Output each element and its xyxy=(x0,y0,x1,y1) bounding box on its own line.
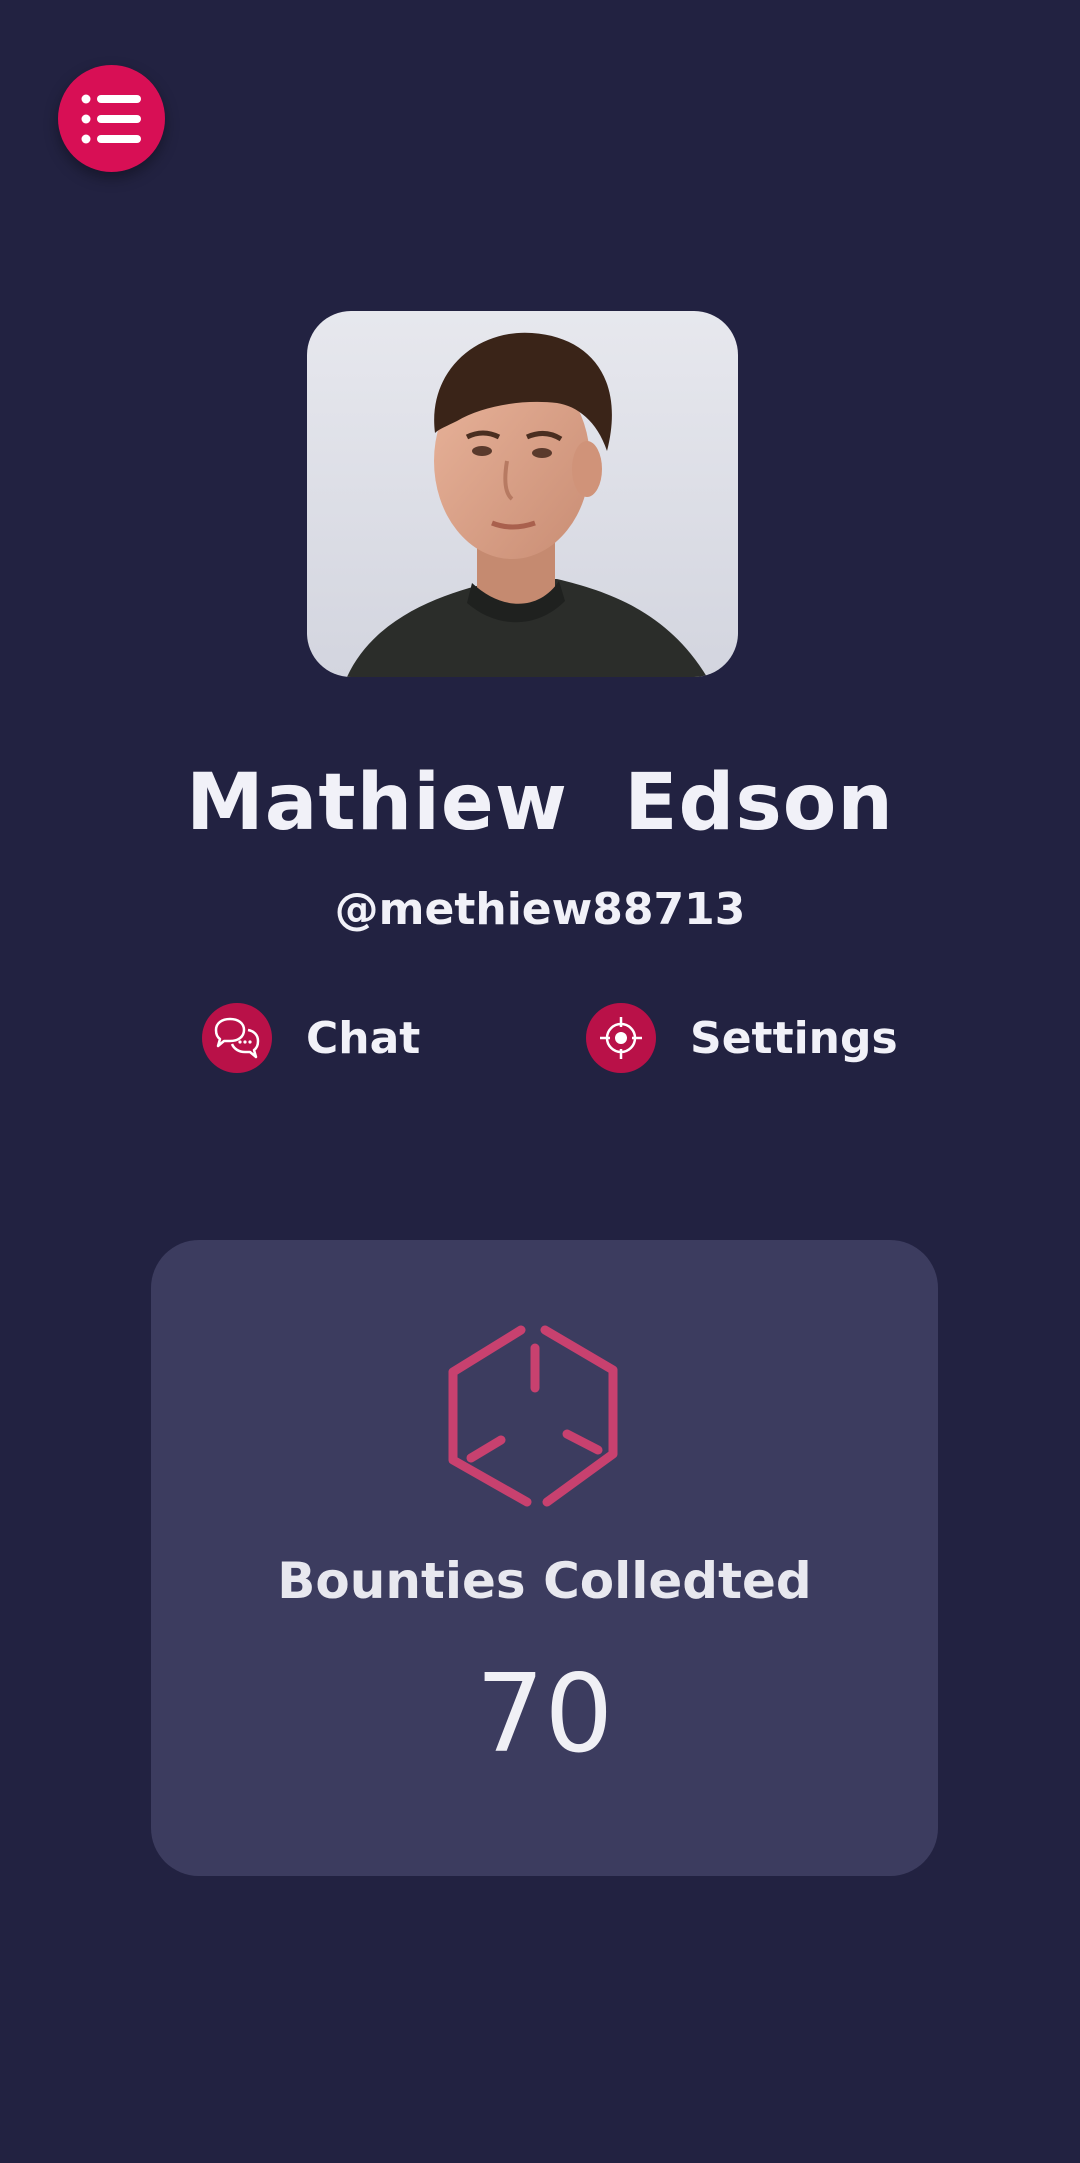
bounties-card: Bounties Colledted 70 xyxy=(151,1240,938,1876)
avatar xyxy=(307,311,738,677)
bounties-label: Bounties Colledted xyxy=(277,1552,812,1610)
profile-handle: @methiew88713 xyxy=(334,884,746,935)
target-icon xyxy=(586,1003,656,1073)
settings-button[interactable]: Settings xyxy=(586,1002,898,1074)
menu-button[interactable] xyxy=(58,65,165,172)
profile-name: Mathiew Edson xyxy=(186,758,894,848)
bounties-count: 70 xyxy=(475,1652,614,1777)
box-icon xyxy=(448,1325,618,1507)
chat-bubbles-icon xyxy=(202,1003,272,1073)
settings-label: Settings xyxy=(690,1012,898,1064)
chat-button[interactable]: Chat xyxy=(202,1002,420,1074)
list-menu-icon xyxy=(81,94,141,143)
chat-label: Chat xyxy=(306,1012,421,1064)
profile-photo xyxy=(347,332,707,677)
